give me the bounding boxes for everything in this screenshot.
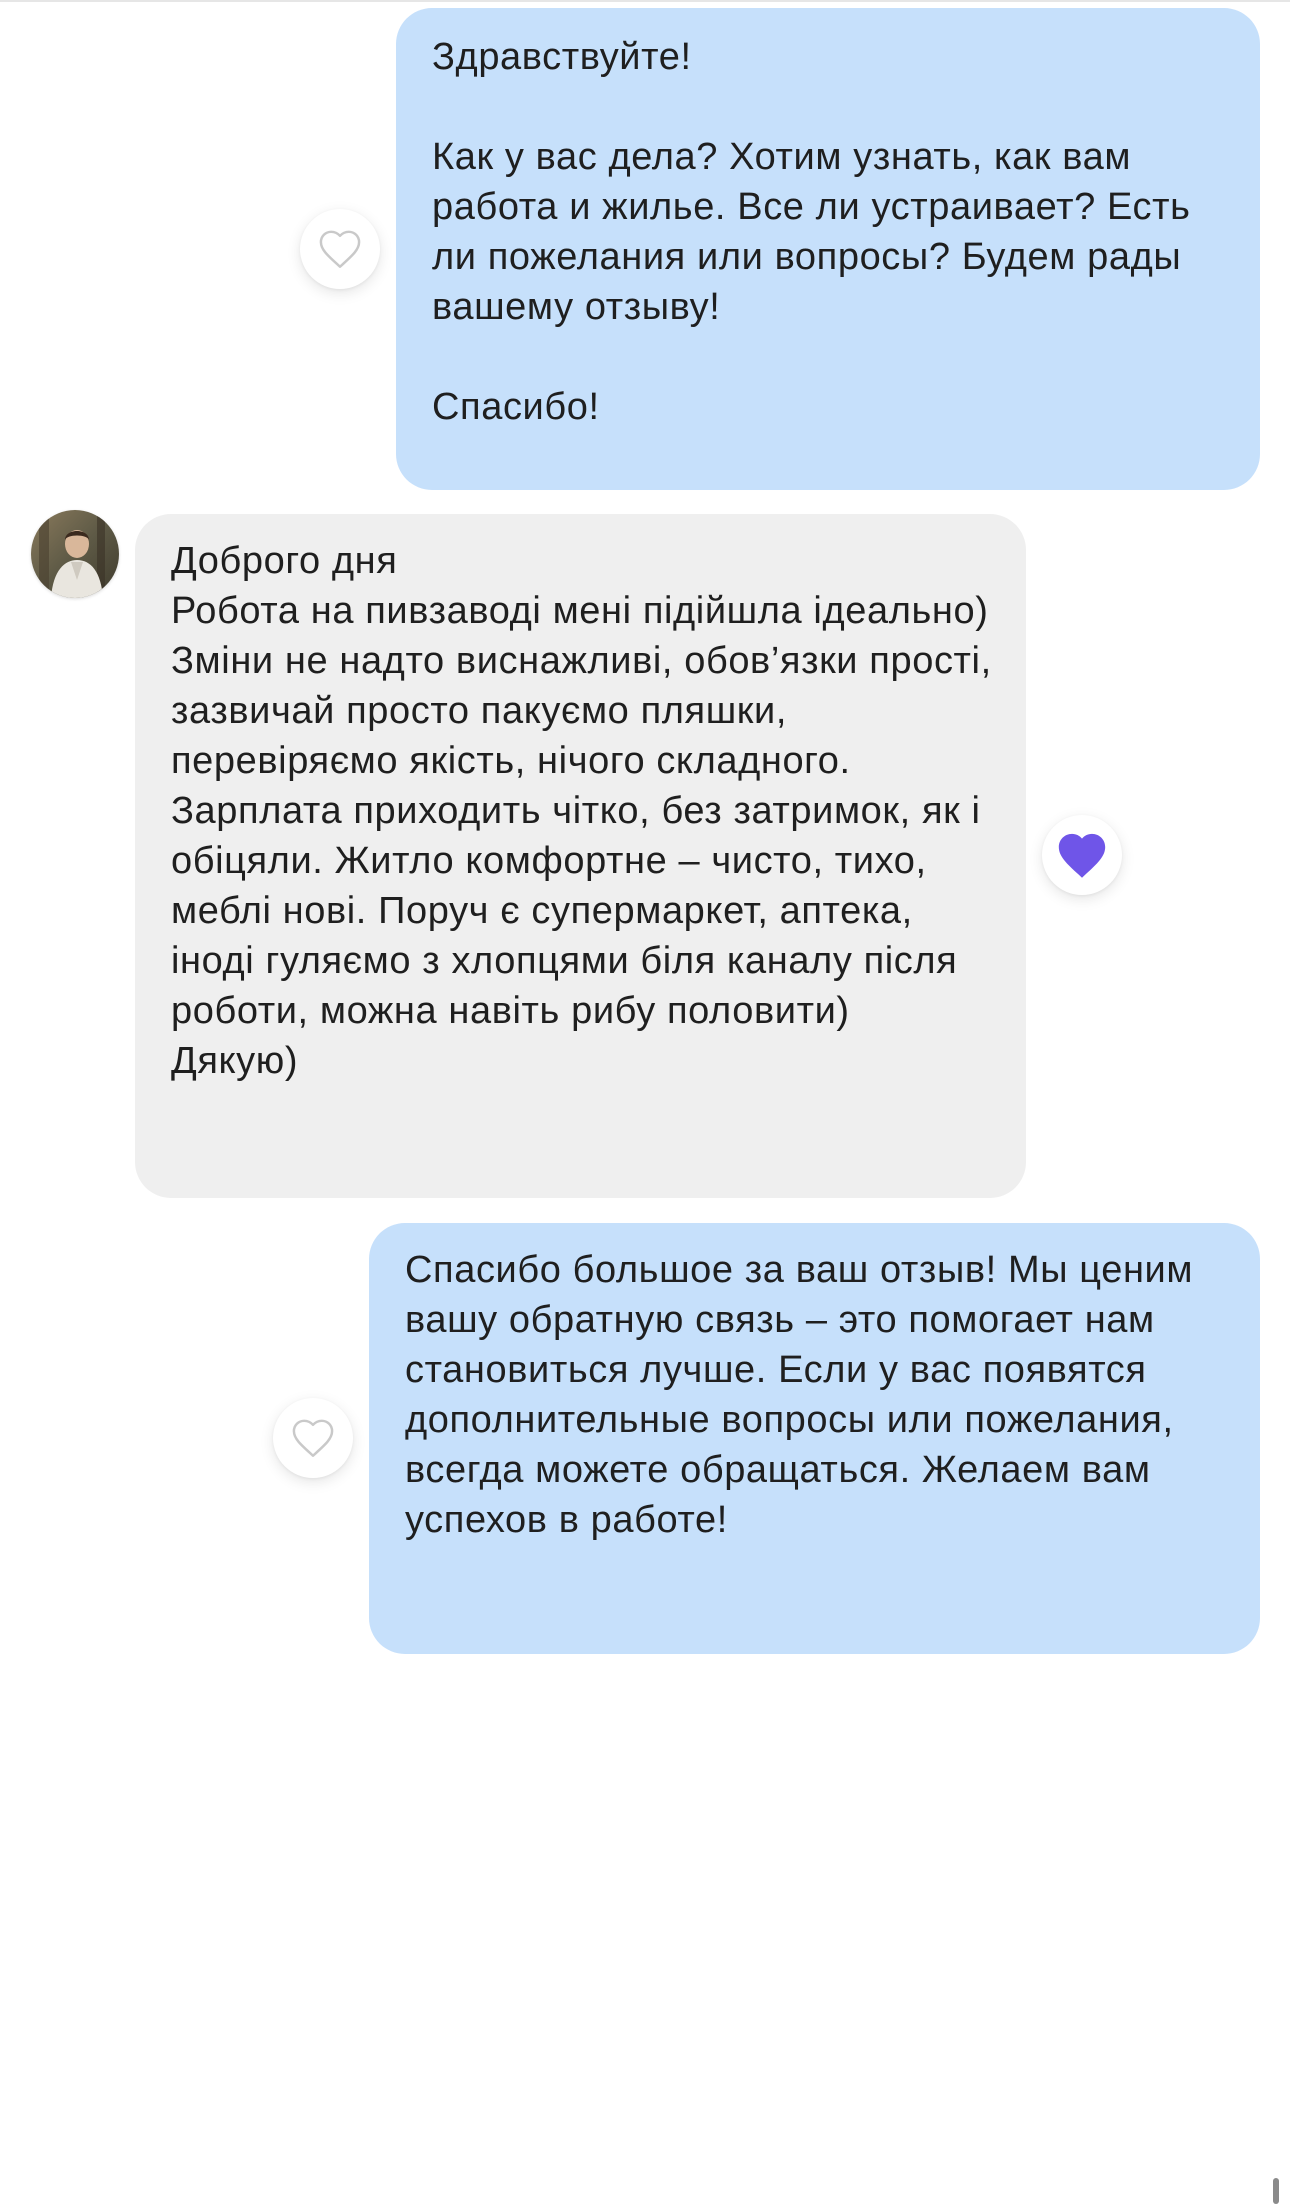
like-button[interactable] [273,1398,353,1478]
heart-filled-icon [1058,833,1106,878]
incoming-message-bubble[interactable]: Доброго дня Робота на пивзаводі мені під… [135,514,1026,1198]
avatar-photo [31,510,119,598]
heart-outline-icon [319,230,361,268]
avatar[interactable] [31,510,119,598]
outgoing-message-bubble[interactable]: Спасибо большое за ваш отзыв! Мы ценим в… [369,1223,1260,1654]
top-divider [0,0,1290,2]
outgoing-message-bubble[interactable]: Здравствуйте! Как у вас дела? Хотим узна… [396,8,1260,490]
like-button[interactable] [300,209,380,289]
scrollbar[interactable] [1273,2178,1279,2204]
heart-outline-icon [292,1419,334,1457]
like-button-active[interactable] [1042,815,1122,895]
